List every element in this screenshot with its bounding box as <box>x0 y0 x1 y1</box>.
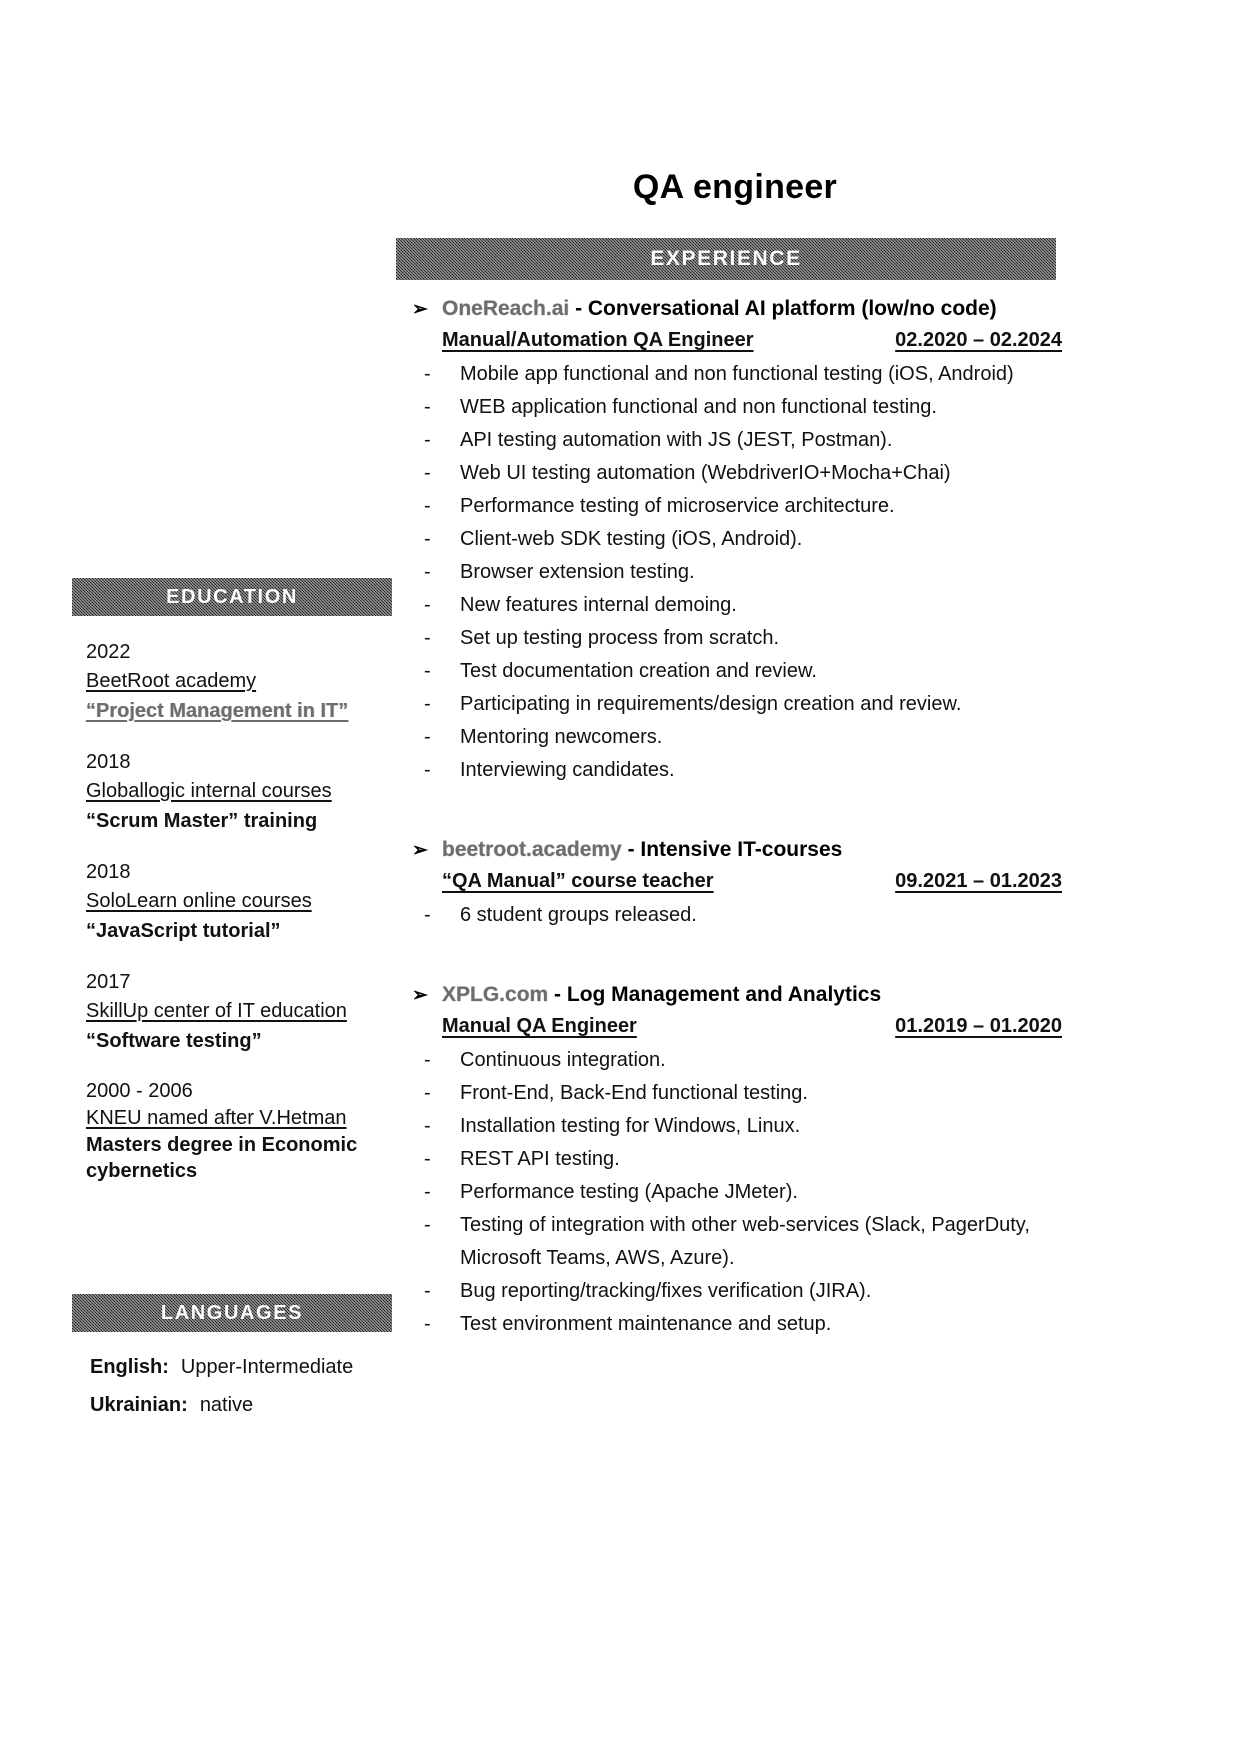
arrow-bullet-icon: ➢ <box>412 299 428 320</box>
education-school: BeetRoot academy <box>86 670 257 692</box>
experience-role-row: Manual/Automation QA Engineer 02.2020 – 0… <box>442 329 1062 352</box>
experience-company-line: ➢ OneReach.ai - Conversational AI platfor… <box>412 292 1062 327</box>
education-entry: 2018 SoloLearn online courses “JavaScript … <box>72 858 402 946</box>
arrow-bullet-icon: ➢ <box>412 985 428 1006</box>
job-title: “QA Manual” course teacher <box>442 870 714 892</box>
education-year: 2017 <box>86 971 131 993</box>
education-year: 2018 <box>86 861 131 883</box>
experience-list: ➢ OneReach.ai - Conversational AI platfor… <box>412 292 1062 1347</box>
language-row: Ukrainian: native <box>90 1386 410 1424</box>
duty-item: Interviewing candidates. <box>412 754 1062 787</box>
duty-item: WEB application functional and non funct… <box>412 391 1062 424</box>
education-entry: 2018 Globallogic internal courses “Scrum M… <box>72 748 402 836</box>
duty-item: Testing of integration with other web-se… <box>412 1209 1062 1275</box>
arrow-bullet-icon: ➢ <box>412 840 428 861</box>
experience-company-line: ➢ XPLG.com - Log Management and Analytics <box>412 978 1062 1013</box>
education-school: SkillUp center of IT education <box>86 1000 347 1022</box>
section-header-experience: EXPERIENCE <box>396 238 1056 280</box>
education-program: “Software testing” <box>86 1030 262 1052</box>
education-year: 2022 <box>86 641 131 663</box>
experience-entry: ➢ OneReach.ai - Conversational AI platfor… <box>412 292 1062 787</box>
page-title: QA engineer <box>632 168 838 206</box>
job-title: Manual/Automation QA Engineer <box>442 329 754 351</box>
language-name: Ukrainian: <box>90 1394 188 1416</box>
job-dates: 02.2020 – 02.2024 <box>895 329 1062 351</box>
education-program-link[interactable]: “Project Management in IT” <box>86 696 402 726</box>
duty-item: Test documentation creation and review. <box>412 655 1062 688</box>
company-description: - Conversational AI platform (low/no cod… <box>569 297 997 320</box>
experience-entry: ➢ beetroot.academy - Intensive IT-courses… <box>412 833 1062 932</box>
education-program: “Scrum Master” training <box>86 810 318 832</box>
experience-entry: ➢ XPLG.com - Log Management and Analytics… <box>412 978 1062 1341</box>
section-header-education: EDUCATION <box>72 578 392 616</box>
education-list: 2022 BeetRoot academy “Project Management … <box>72 638 402 1206</box>
education-program: Masters degree in Economic cybernetics <box>86 1134 358 1182</box>
education-entry: 2022 BeetRoot academy “Project Management … <box>72 638 402 726</box>
duty-item: Browser extension testing. <box>412 556 1062 589</box>
duties-list: Mobile app functional and non functional… <box>412 358 1062 787</box>
duty-item: Continuous integration. <box>412 1044 1062 1077</box>
company-description: - Intensive IT-courses <box>621 838 843 861</box>
education-entry: 2000 - 2006 KNEU named after V.Hetman Mast… <box>72 1078 402 1184</box>
duty-item: Front-End, Back-End functional testing. <box>412 1077 1062 1110</box>
company-description: - Log Management and Analytics <box>548 983 882 1006</box>
duty-item: API testing automation with JS (JEST, Po… <box>412 424 1062 457</box>
duty-item: Web UI testing automation (WebdriverIO+M… <box>412 457 1062 490</box>
duty-item: Performance testing of microservice arch… <box>412 490 1062 523</box>
experience-company-line: ➢ beetroot.academy - Intensive IT-courses <box>412 833 1062 868</box>
company-name-link[interactable]: XPLG.com <box>442 983 548 1006</box>
duty-item: Bug reporting/tracking/fixes verificatio… <box>412 1275 1062 1308</box>
job-dates: 09.2021 – 01.2023 <box>895 870 1062 892</box>
job-dates: 01.2019 – 01.2020 <box>895 1015 1062 1037</box>
language-level: native <box>199 1394 254 1416</box>
section-header-education-label: EDUCATION <box>166 585 298 608</box>
company-name-link[interactable]: OneReach.ai <box>442 297 569 320</box>
language-level: Upper-Intermediate <box>180 1356 354 1378</box>
section-header-experience-label: EXPERIENCE <box>650 247 802 270</box>
section-header-languages: LANGUAGES <box>72 1294 392 1332</box>
duty-item: 6 student groups released. <box>412 899 1062 932</box>
duty-item: Client-web SDK testing (iOS, Android). <box>412 523 1062 556</box>
language-row: English: Upper-Intermediate <box>90 1348 410 1386</box>
job-title: Manual QA Engineer <box>442 1015 637 1037</box>
education-year: 2000 - 2006 <box>86 1080 193 1102</box>
duty-item: Test environment maintenance and setup. <box>412 1308 1062 1341</box>
duty-item: Performance testing (Apache JMeter). <box>412 1176 1062 1209</box>
education-school: KNEU named after V.Hetman <box>86 1107 347 1129</box>
education-entry: 2017 SkillUp center of IT education “Softw… <box>72 968 402 1056</box>
education-school: SoloLearn online courses <box>86 890 312 912</box>
company-name-link[interactable]: beetroot.academy <box>442 838 622 861</box>
education-school: Globallogic internal courses <box>86 780 332 802</box>
duty-item: Mentoring newcomers. <box>412 721 1062 754</box>
section-header-languages-label: LANGUAGES <box>160 1301 304 1324</box>
experience-role-row: Manual QA Engineer 01.2019 – 01.2020 <box>442 1015 1062 1038</box>
languages-list: English: Upper-Intermediate Ukrainian: nati… <box>90 1348 410 1424</box>
duties-list: 6 student groups released. <box>412 899 1062 932</box>
education-program: “JavaScript tutorial” <box>86 920 281 942</box>
education-year: 2018 <box>86 751 131 773</box>
duty-item: Installation testing for Windows, Linux. <box>412 1110 1062 1143</box>
duty-item: Set up testing process from scratch. <box>412 622 1062 655</box>
duties-list: Continuous integration.Front-End, Back-E… <box>412 1044 1062 1341</box>
duty-item: Mobile app functional and non functional… <box>412 358 1062 391</box>
duty-item: REST API testing. <box>412 1143 1062 1176</box>
duty-item: Participating in requirements/design cre… <box>412 688 1062 721</box>
experience-role-row: “QA Manual” course teacher 09.2021 – 01.… <box>442 870 1062 893</box>
language-name: English: <box>90 1356 169 1378</box>
duty-item: New features internal demoing. <box>412 589 1062 622</box>
resume-page: QA engineer EXPERIENCE EDUCATION LANGUAG… <box>0 0 1242 1754</box>
